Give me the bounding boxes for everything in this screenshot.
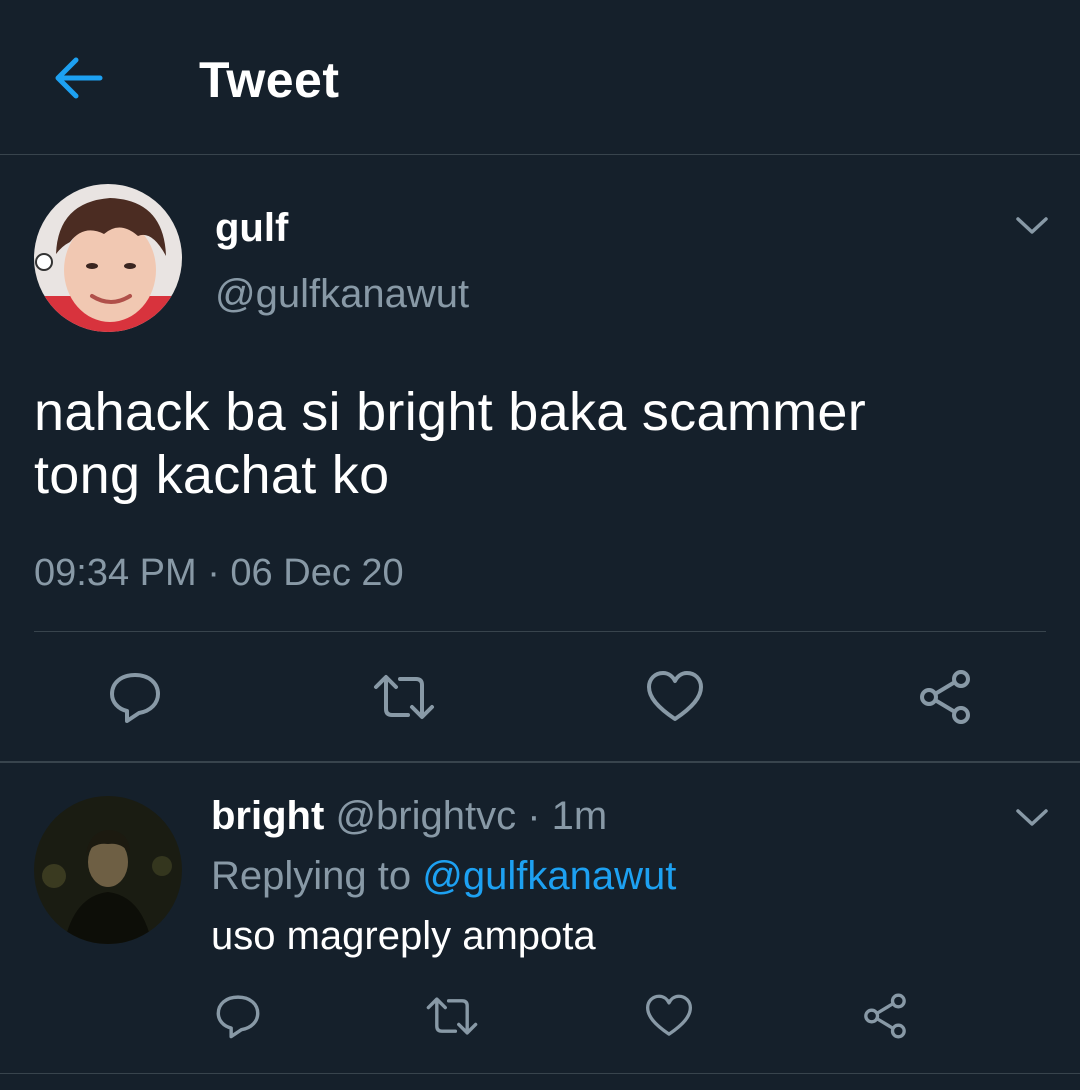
replying-to-mention[interactable]: @gulfkanawut <box>422 854 676 898</box>
reply-icon <box>216 995 260 1039</box>
chevron-down-icon <box>1016 809 1048 826</box>
reply-time: 1m <box>551 794 608 838</box>
avatar[interactable] <box>34 184 182 332</box>
share-icon <box>920 670 970 724</box>
reply-menu-button[interactable] <box>1012 797 1052 837</box>
like-button[interactable] <box>641 988 697 1044</box>
retweet-button[interactable] <box>372 665 436 729</box>
tweet-menu-button[interactable] <box>1012 205 1052 245</box>
reply-text: uso magreply ampota <box>211 914 596 958</box>
avatar[interactable] <box>34 796 182 944</box>
reply-button[interactable] <box>210 988 266 1044</box>
reply-header: bright @brightvc · 1m <box>211 793 607 839</box>
separator: · <box>516 794 552 838</box>
main-tweet: gulf @gulfkanawut nahack ba si bright ba… <box>0 155 1080 761</box>
share-icon <box>864 993 906 1039</box>
tweet-text-line: tong kachat ko <box>34 445 390 505</box>
top-app-bar: Tweet <box>0 0 1080 155</box>
like-button[interactable] <box>643 665 707 729</box>
page-title: Tweet <box>199 52 340 108</box>
tweet-text: nahack ba si bright baka scammer tong ka… <box>34 381 1034 507</box>
retweet-icon <box>374 675 434 719</box>
like-icon <box>646 994 692 1036</box>
divider <box>0 1073 1080 1074</box>
like-icon <box>647 671 703 721</box>
reply-button[interactable] <box>103 665 167 729</box>
author-name[interactable]: gulf <box>215 206 288 250</box>
arrow-left-icon <box>55 57 103 99</box>
chevron-down-icon <box>1016 217 1048 234</box>
divider <box>34 631 1046 632</box>
tweet-timestamp[interactable]: 09:34 PM · 06 Dec 20 <box>34 551 404 595</box>
reply-icon <box>110 673 160 723</box>
share-button[interactable] <box>913 665 977 729</box>
reply-author-name[interactable]: bright <box>211 794 324 838</box>
back-button[interactable] <box>48 50 108 106</box>
retweet-icon <box>426 997 478 1035</box>
author-handle[interactable]: @gulfkanawut <box>215 272 469 316</box>
replying-to: Replying to @gulfkanawut <box>211 853 676 899</box>
share-button[interactable] <box>857 988 913 1044</box>
replying-to-label: Replying to <box>211 854 423 898</box>
reply-tweet[interactable]: bright @brightvc · 1m Replying to @gulfk… <box>0 763 1080 1073</box>
retweet-button[interactable] <box>424 988 480 1044</box>
tweet-text-line: nahack ba si bright baka scammer <box>34 382 866 442</box>
reply-author-handle[interactable]: @brightvc <box>335 794 516 838</box>
